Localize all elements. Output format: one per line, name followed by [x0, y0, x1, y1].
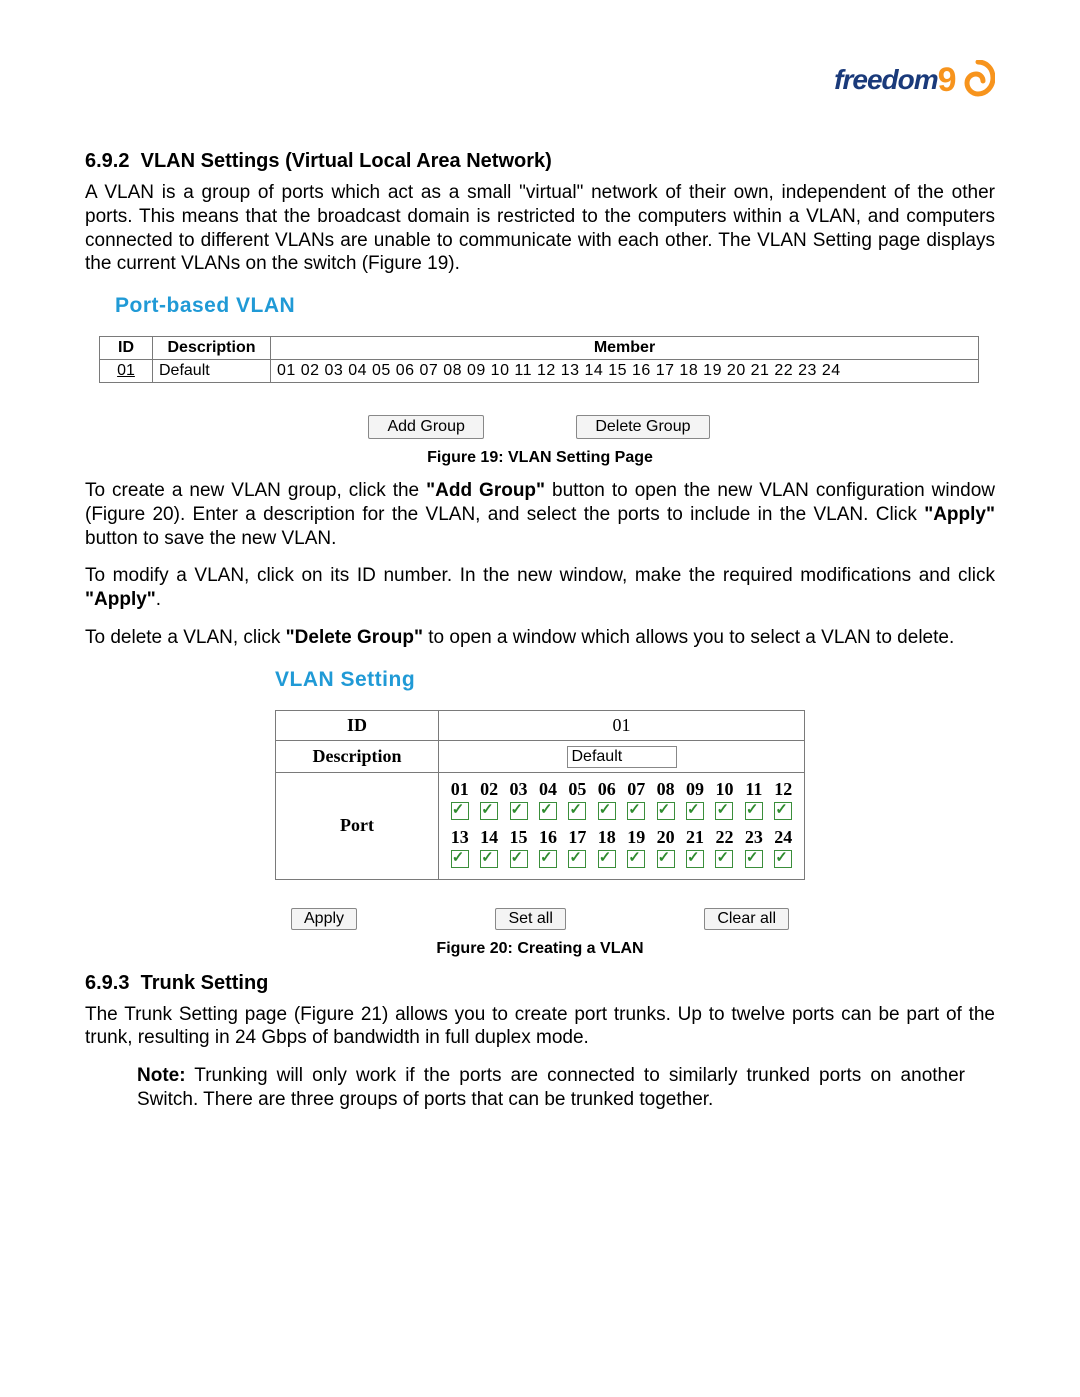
- port-checkbox[interactable]: [504, 850, 533, 873]
- figure-19-screenshot: Port-based VLAN ID Description Member 01…: [99, 294, 979, 439]
- section-heading-693: 6.9.3 Trunk Setting: [85, 972, 995, 995]
- port-label: 04: [533, 779, 562, 800]
- port-checkbox[interactable]: [445, 850, 474, 873]
- col-desc: Description: [153, 337, 271, 360]
- port-checkbox[interactable]: [651, 850, 680, 873]
- port-checkbox[interactable]: [680, 850, 709, 873]
- port-label: 10: [710, 779, 739, 800]
- port-checkbox[interactable]: [769, 850, 798, 873]
- port-label: 02: [474, 779, 503, 800]
- port-label: 01: [445, 779, 474, 800]
- port-checkbox[interactable]: [563, 802, 592, 825]
- port-label: 14: [474, 827, 503, 848]
- label-id: ID: [276, 710, 439, 740]
- port-checkbox[interactable]: [680, 802, 709, 825]
- port-checkbox[interactable]: [621, 802, 650, 825]
- port-label: 16: [533, 827, 562, 848]
- port-checkbox[interactable]: [710, 802, 739, 825]
- port-checkbox[interactable]: [533, 802, 562, 825]
- fig20-caption: Figure 20: Creating a VLAN: [85, 940, 995, 958]
- port-checkbox[interactable]: [474, 850, 503, 873]
- apply-button[interactable]: Apply: [291, 908, 357, 930]
- port-label: 08: [651, 779, 680, 800]
- add-group-button[interactable]: Add Group: [368, 415, 483, 439]
- after-fig19-p1: To create a new VLAN group, click the "A…: [85, 479, 995, 550]
- delete-group-button[interactable]: Delete Group: [576, 415, 709, 439]
- vlan-setting-table: ID 01 Description Port 01020304050607080…: [275, 710, 805, 880]
- vlan-member-cell: 01 02 03 04 05 06 07 08 09 10 11 12 13 1…: [271, 360, 979, 383]
- port-label: 23: [739, 827, 768, 848]
- port-checkbox[interactable]: [504, 802, 533, 825]
- port-checkbox[interactable]: [769, 802, 798, 825]
- value-id: 01: [439, 710, 805, 740]
- port-checkbox[interactable]: [651, 802, 680, 825]
- description-input[interactable]: [567, 746, 677, 768]
- port-label: 24: [769, 827, 798, 848]
- section-693-note: Note: Trunking will only work if the por…: [85, 1064, 995, 1112]
- after-fig19-p2: To modify a VLAN, click on its ID number…: [85, 564, 995, 612]
- port-label: 09: [680, 779, 709, 800]
- port-checkbox[interactable]: [592, 850, 621, 873]
- port-checkbox[interactable]: [710, 850, 739, 873]
- fig20-title: VLAN Setting: [275, 668, 805, 692]
- brand-logo: freedom9: [834, 60, 995, 100]
- label-port: Port: [276, 772, 439, 879]
- vlan-id-link[interactable]: 01: [117, 362, 135, 379]
- port-label: 12: [769, 779, 798, 800]
- port-label: 18: [592, 827, 621, 848]
- port-label: 06: [592, 779, 621, 800]
- port-label: 11: [739, 779, 768, 800]
- port-label: 22: [710, 827, 739, 848]
- fig19-caption: Figure 19: VLAN Setting Page: [85, 449, 995, 467]
- port-label: 19: [621, 827, 650, 848]
- vlan-list-table: ID Description Member 01 Default 01 02 0…: [99, 336, 979, 383]
- port-checkbox[interactable]: [739, 850, 768, 873]
- section-heading-692: 6.9.2 VLAN Settings (Virtual Local Area …: [85, 150, 995, 173]
- port-label: 17: [563, 827, 592, 848]
- after-fig19-p3: To delete a VLAN, click "Delete Group" t…: [85, 626, 995, 650]
- port-checkbox[interactable]: [533, 850, 562, 873]
- port-checkbox[interactable]: [621, 850, 650, 873]
- port-checkbox[interactable]: [592, 802, 621, 825]
- logo-swirl-icon: [961, 60, 995, 100]
- section-693-para: The Trunk Setting page (Figure 21) allow…: [85, 1003, 995, 1051]
- port-grid: 010203040506070809101112 1314151617181920…: [445, 777, 798, 875]
- port-label: 07: [621, 779, 650, 800]
- clear-all-button[interactable]: Clear all: [704, 908, 789, 930]
- figure-20-screenshot: VLAN Setting ID 01 Description Port 0102…: [275, 668, 805, 930]
- label-description: Description: [276, 740, 439, 772]
- table-row: 01 Default 01 02 03 04 05 06 07 08 09 10…: [100, 360, 979, 383]
- vlan-desc-cell: Default: [153, 360, 271, 383]
- fig19-title: Port-based VLAN: [115, 294, 979, 318]
- col-id: ID: [100, 337, 153, 360]
- port-label: 03: [504, 779, 533, 800]
- logo-accent: 9: [938, 61, 957, 100]
- set-all-button[interactable]: Set all: [495, 908, 565, 930]
- logo-text: freedom: [834, 64, 937, 96]
- port-checkbox[interactable]: [563, 850, 592, 873]
- port-checkbox[interactable]: [739, 802, 768, 825]
- port-label: 21: [680, 827, 709, 848]
- col-member: Member: [271, 337, 979, 360]
- port-label: 13: [445, 827, 474, 848]
- section-692-para: A VLAN is a group of ports which act as …: [85, 181, 995, 276]
- port-checkbox[interactable]: [474, 802, 503, 825]
- port-label: 20: [651, 827, 680, 848]
- port-label: 15: [504, 827, 533, 848]
- port-checkbox[interactable]: [445, 802, 474, 825]
- port-label: 05: [563, 779, 592, 800]
